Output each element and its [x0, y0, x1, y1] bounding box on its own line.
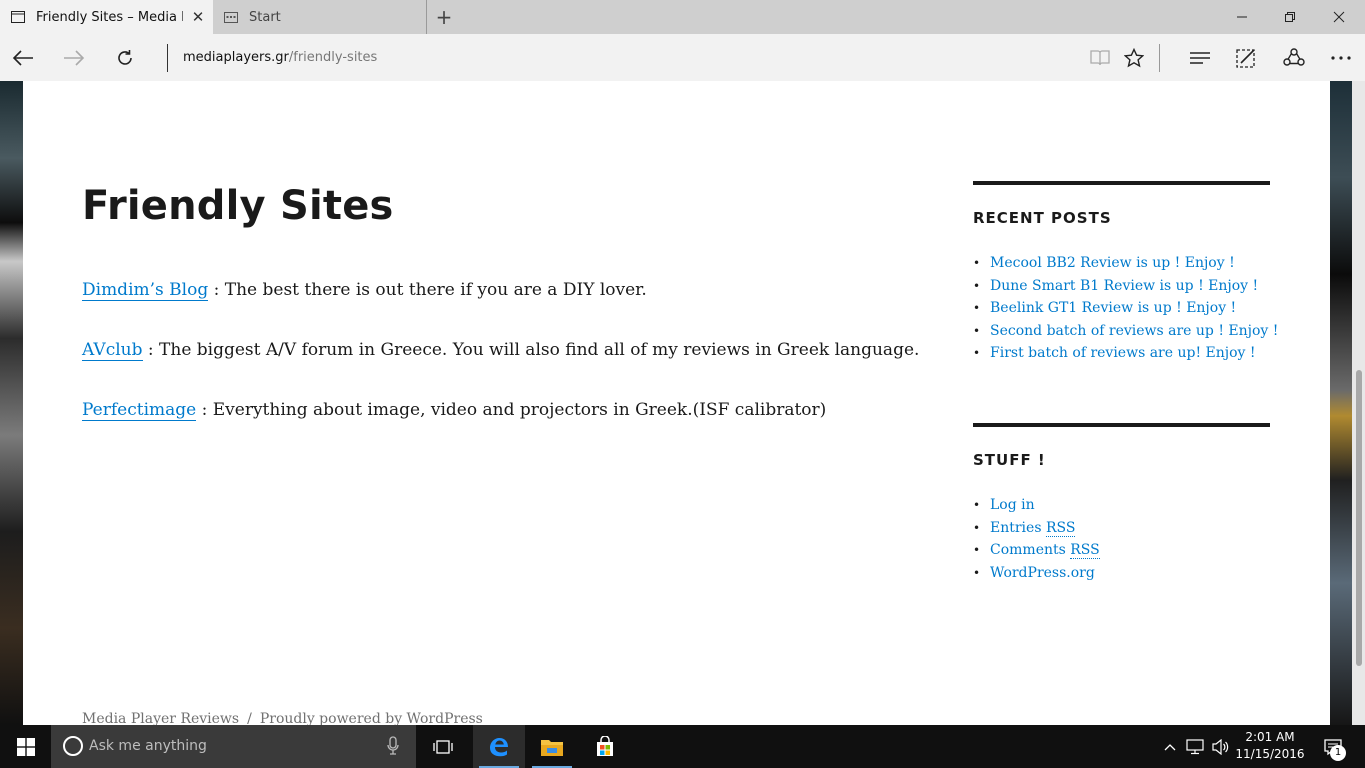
tab-start[interactable]: Start	[213, 0, 427, 34]
search-placeholder: Ask me anything	[89, 738, 207, 754]
page-content: Friendly Sites Dimdim’s Blog : The best …	[23, 81, 1330, 725]
close-tab-icon[interactable]: ✕	[183, 8, 213, 26]
microphone-icon[interactable]	[387, 736, 399, 760]
tab-title: Start	[249, 9, 281, 25]
url-field[interactable]: mediaplayers.gr/friendly-sites	[183, 50, 377, 65]
entry-description: : The best there is out there if you are…	[208, 280, 647, 300]
edge-browser-icon[interactable]	[473, 725, 525, 768]
recent-post-link[interactable]: Dune Smart B1 Review is up ! Enjoy !	[990, 278, 1258, 294]
favorite-star-icon[interactable]	[1117, 42, 1151, 74]
start-page-icon	[223, 9, 239, 25]
recent-posts-widget: RECENT POSTS • Mecool BB2 Review is up ! …	[973, 181, 1279, 365]
new-tab-icon[interactable]: +	[430, 4, 458, 30]
web-note-icon[interactable]	[1229, 42, 1263, 74]
cortana-search-box[interactable]: Ask me anything	[51, 725, 416, 768]
volume-icon[interactable]	[1210, 725, 1232, 768]
entry-paragraph: AVclub : The biggest A/V forum in Greece…	[82, 340, 919, 360]
address-bar: mediaplayers.gr/friendly-sites	[0, 34, 1365, 81]
address-divider	[167, 44, 168, 72]
refresh-icon[interactable]	[108, 42, 142, 74]
clock-date: 11/15/2016	[1235, 747, 1305, 761]
toolbar-divider	[1159, 44, 1160, 72]
task-view-icon[interactable]	[417, 725, 469, 768]
footer-site-name[interactable]: Media Player Reviews	[82, 711, 239, 725]
show-hidden-icons-chevron-icon[interactable]	[1160, 725, 1180, 768]
close-window-icon[interactable]	[1315, 0, 1363, 34]
site-footer: Media Player Reviews / Proudly powered by …	[82, 711, 483, 725]
entry-link-perfectimage[interactable]: Perfectimage	[82, 400, 196, 420]
wordpress-org-link[interactable]: WordPress.org	[990, 565, 1095, 581]
list-item: • Comments RSS	[973, 542, 1100, 559]
list-item: • First batch of reviews are up! Enjoy !	[973, 345, 1256, 361]
comments-rss-link[interactable]: Comments RSS	[990, 542, 1100, 559]
page-icon	[10, 9, 26, 25]
entry-description: : Everything about image, video and proj…	[201, 400, 827, 420]
background-poster-right	[1330, 81, 1352, 725]
tab-bar: Friendly Sites – Media P ✕ Start +	[0, 0, 1365, 34]
back-icon[interactable]	[6, 42, 40, 74]
recent-post-link[interactable]: Mecool BB2 Review is up ! Enjoy !	[990, 255, 1235, 271]
stuff-heading: STUFF !	[973, 451, 1046, 469]
cortana-icon	[63, 736, 83, 756]
store-icon[interactable]	[579, 725, 631, 768]
list-item: • WordPress.org	[973, 564, 1095, 581]
network-icon[interactable]	[1184, 725, 1206, 768]
minimize-icon[interactable]	[1218, 0, 1266, 34]
entry-paragraph: Perfectimage : Everything about image, v…	[82, 400, 826, 420]
footer-separator: /	[247, 711, 252, 725]
recent-post-link[interactable]: First batch of reviews are up! Enjoy !	[990, 345, 1256, 361]
background-poster-left	[0, 81, 23, 725]
entry-description: : The biggest A/V forum in Greece. You w…	[147, 340, 920, 360]
share-icon[interactable]	[1277, 42, 1311, 74]
stuff-list: • Log in • Entries RSS • Comments RSS • Word…	[973, 494, 1270, 584]
recent-post-link[interactable]: Beelink GT1 Review is up ! Enjoy !	[990, 300, 1236, 316]
tab-friendly-sites[interactable]: Friendly Sites – Media P ✕	[0, 0, 213, 34]
login-link[interactable]: Log in	[990, 497, 1035, 513]
entry-paragraph: Dimdim’s Blog : The best there is out th…	[82, 280, 647, 300]
comments-label: Comments	[990, 542, 1071, 558]
entries-label: Entries	[990, 519, 1046, 536]
clock-time: 2:01 AM	[1245, 730, 1295, 744]
entry-link-avclub[interactable]: AVclub	[82, 340, 143, 360]
entry-link-dimdim[interactable]: Dimdim’s Blog	[82, 280, 208, 300]
system-clock[interactable]: 2:01 AM 11/15/2016	[1234, 729, 1306, 763]
scrollbar-thumb[interactable]	[1356, 370, 1362, 666]
rss-abbr: RSS	[1070, 542, 1100, 559]
taskbar: Ask me anything 2:01 AM 11/15/2016 1	[0, 725, 1365, 768]
recent-post-link[interactable]: Second batch of reviews are up ! Enjoy !	[990, 323, 1278, 339]
hub-icon[interactable]	[1183, 42, 1217, 74]
list-item: • Beelink GT1 Review is up ! Enjoy !	[973, 300, 1237, 316]
recent-posts-list: • Mecool BB2 Review is up ! Enjoy ! • Dune…	[973, 252, 1279, 365]
list-item: • Dune Smart B1 Review is up ! Enjoy !	[973, 277, 1259, 294]
recent-posts-heading: RECENT POSTS	[973, 209, 1112, 227]
list-item: • Log in	[973, 497, 1035, 513]
more-icon[interactable]	[1324, 42, 1358, 74]
url-domain: mediaplayers.gr	[183, 50, 289, 65]
list-item: • Second batch of reviews are up ! Enjoy …	[973, 322, 1279, 339]
restore-icon[interactable]	[1266, 0, 1314, 34]
entries-rss-link[interactable]: Entries RSS	[990, 519, 1076, 537]
file-explorer-icon[interactable]	[526, 725, 578, 768]
list-item: • Mecool BB2 Review is up ! Enjoy !	[973, 255, 1235, 271]
rss-abbr: RSS	[1045, 519, 1076, 537]
list-item: • Entries RSS	[973, 519, 1076, 537]
stuff-widget: STUFF ! • Log in • Entries RSS • Comments R…	[973, 423, 1270, 584]
footer-powered-by[interactable]: Proudly powered by WordPress	[260, 711, 483, 725]
tab-title: Friendly Sites – Media P	[36, 9, 183, 25]
url-path: /friendly-sites	[288, 50, 378, 65]
notification-count-badge: 1	[1330, 745, 1346, 761]
page-title: Friendly Sites	[82, 183, 394, 229]
reading-view-icon[interactable]	[1083, 42, 1117, 74]
forward-icon[interactable]	[57, 42, 91, 74]
windows-start-icon[interactable]	[0, 725, 51, 768]
